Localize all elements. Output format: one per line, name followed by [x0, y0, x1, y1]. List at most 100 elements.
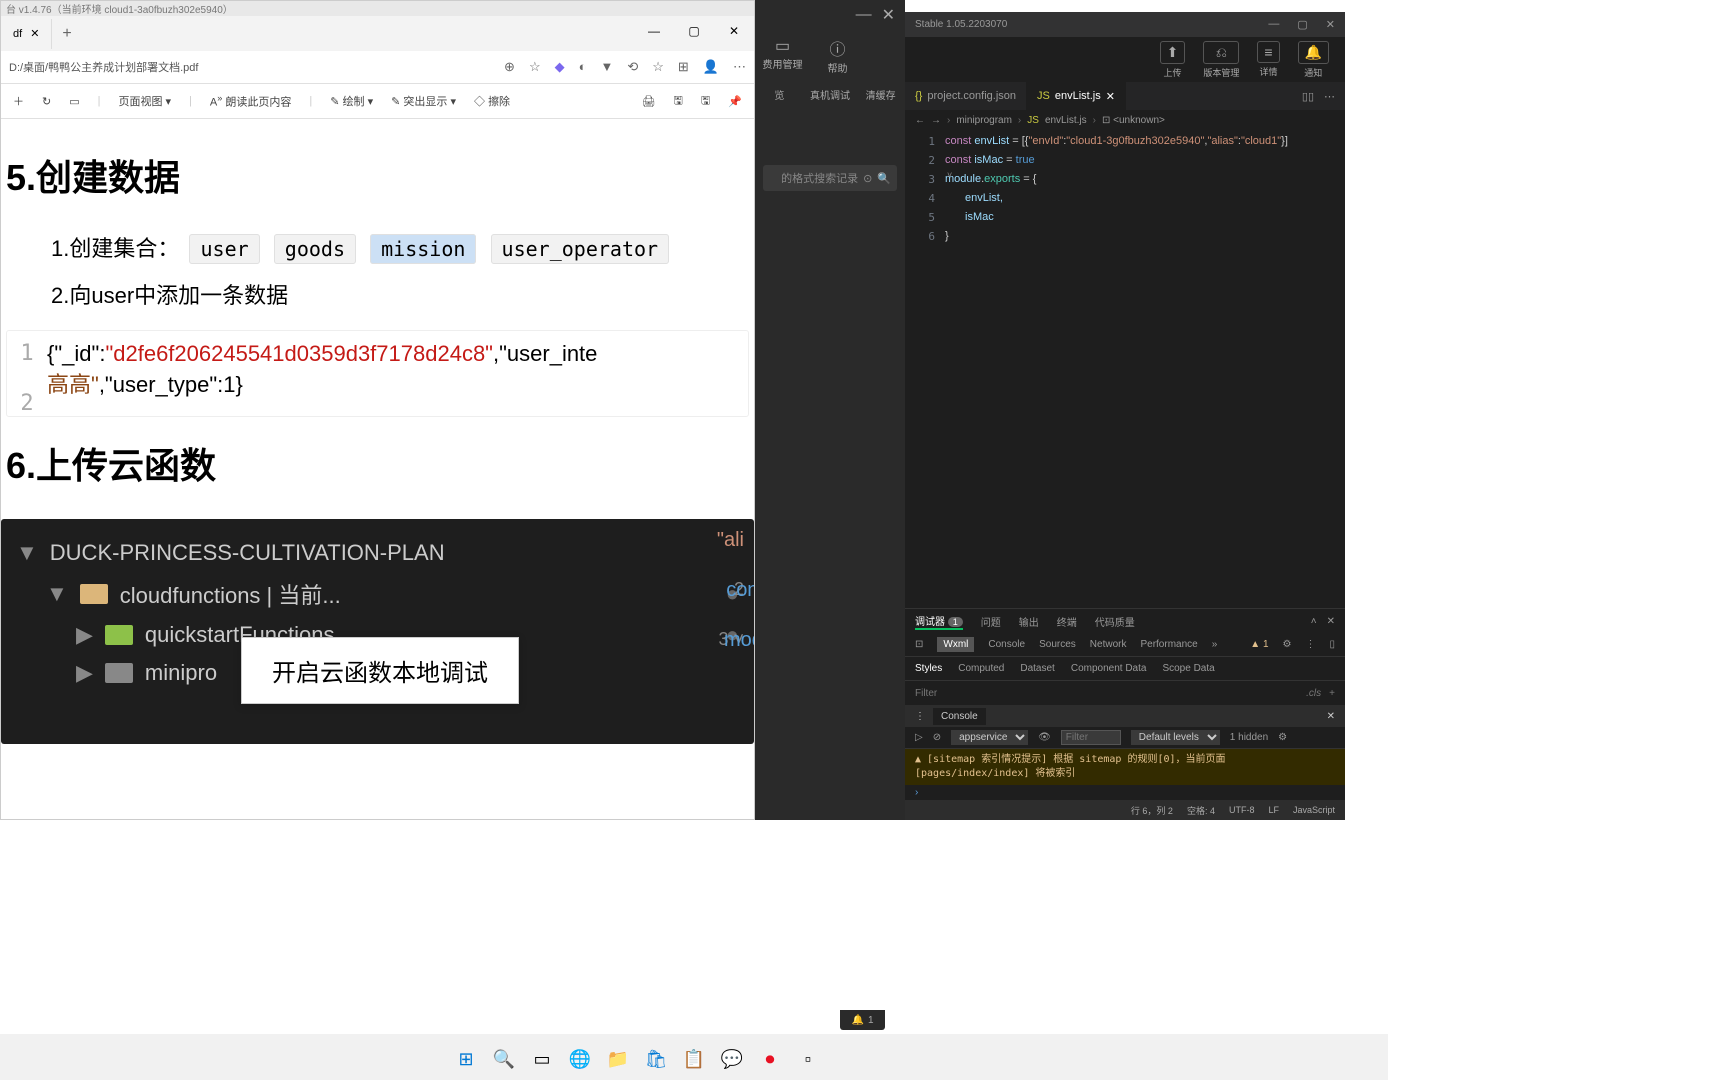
eye-icon[interactable]: 👁 — [1038, 732, 1051, 743]
styles-tab[interactable]: Styles — [915, 663, 942, 674]
fee-button[interactable]: ▭费用管理 — [755, 32, 810, 79]
wxml-tab[interactable]: Wxml — [937, 637, 974, 652]
collections-icon[interactable]: ☆ — [652, 59, 664, 75]
console-tab[interactable]: Console — [988, 639, 1025, 650]
language[interactable]: JavaScript — [1293, 805, 1335, 815]
minimize-button[interactable]: — — [1268, 18, 1279, 31]
edge-icon[interactable]: 🌐 — [564, 1043, 596, 1075]
scope-tab[interactable]: Scope Data — [1162, 663, 1214, 674]
debug-button[interactable]: 真机调试 — [806, 83, 855, 106]
wechat-icon[interactable]: 💬 — [716, 1043, 748, 1075]
history-back-icon[interactable]: ← — [915, 115, 925, 126]
add-icon[interactable]: ＋ — [13, 93, 24, 109]
hidden-count[interactable]: 1 hidden — [1230, 732, 1268, 743]
version-button[interactable]: ⎌版本管理 — [1197, 39, 1245, 81]
encoding[interactable]: UTF-8 — [1229, 805, 1255, 815]
pin-icon[interactable]: 📌 — [728, 95, 742, 108]
crumb-symbol[interactable]: ⊡ <unknown> — [1102, 115, 1165, 126]
clear-icon[interactable]: ⊘ — [933, 732, 941, 743]
console-drawer-tab[interactable]: Console — [933, 708, 986, 725]
tab-envlist[interactable]: JSenvList.js✕ — [1027, 82, 1126, 110]
sources-tab[interactable]: Sources — [1039, 639, 1076, 650]
more-icon[interactable]: ⋯ — [1324, 90, 1335, 103]
sync-icon[interactable]: ⟲ — [627, 59, 638, 75]
tab-close-icon[interactable]: ✕ — [1106, 90, 1115, 103]
gear-icon[interactable]: ⚙ — [1278, 732, 1287, 743]
start-button[interactable]: ⊞ — [450, 1043, 482, 1075]
quality-tab[interactable]: 代码质量 — [1095, 614, 1135, 629]
page-view-button[interactable]: 页面视图 ▾ — [118, 93, 171, 109]
preview-button[interactable]: 览 — [755, 83, 804, 106]
record-icon[interactable]: ⏺ — [754, 1043, 786, 1075]
search-button[interactable]: 🔍 — [488, 1043, 520, 1075]
close-icon[interactable]: ✕ — [1327, 616, 1335, 627]
close-button[interactable]: ✕ — [882, 5, 895, 25]
tab-project-config[interactable]: {}project.config.json — [905, 82, 1027, 110]
pdf-document[interactable]: 5.创建数据 1.创建集合： user goods mission user_o… — [1, 119, 754, 819]
kebab-icon[interactable]: ⋮ — [1305, 639, 1315, 650]
detail-button[interactable]: ≡详情 — [1251, 39, 1285, 80]
close-drawer-icon[interactable]: ✕ — [1327, 711, 1335, 722]
inspect-icon[interactable]: ⊡ — [915, 639, 923, 650]
upload-button[interactable]: ⬆上传 — [1154, 39, 1192, 81]
refresh-icon[interactable]: ↻ — [42, 95, 51, 108]
indent-setting[interactable]: 空格: 4 — [1187, 804, 1215, 817]
office-icon[interactable]: 📋 — [678, 1043, 710, 1075]
notify-button[interactable]: 🔔通知 — [1292, 39, 1335, 81]
split-icon[interactable]: ▯▯ — [1302, 90, 1314, 103]
url-display[interactable]: D:/桌面/鸭鸭公主养成计划部署文档.pdf — [9, 59, 492, 75]
notification-badge[interactable]: 🔔 1 — [840, 1010, 885, 1030]
add-style-icon[interactable]: + — [1329, 688, 1335, 699]
speed-circle[interactable]: 3 — [1688, 613, 1724, 649]
search-box[interactable]: 的格式搜索记录⊙🔍 — [763, 165, 897, 191]
close-button[interactable]: ✕ — [714, 16, 754, 46]
read-aloud-button[interactable]: A» 朗读此页内容 — [210, 93, 292, 110]
code-content[interactable]: const envList = [{"envId":"cloud1-3g0fbu… — [945, 130, 1345, 515]
crumb-folder[interactable]: miniprogram — [956, 115, 1012, 126]
taskview-button[interactable]: ▭ — [526, 1043, 558, 1075]
context-menu-item[interactable]: 开启云函数本地调试 — [241, 637, 519, 704]
new-tab-button[interactable]: + — [52, 25, 81, 43]
dock-icon[interactable]: ▯ — [1329, 639, 1335, 650]
code-editor[interactable]: 123456 const envList = [{"envId":"cloud1… — [905, 130, 1345, 515]
cursor-position[interactable]: 行 6，列 2 — [1131, 804, 1173, 817]
browser-tab[interactable]: df ✕ — [1, 19, 52, 49]
drawer-kebab-icon[interactable]: ⋮ — [915, 711, 925, 722]
saveas-icon[interactable]: 🖫 — [701, 92, 710, 111]
levels-select[interactable]: Default levels — [1131, 730, 1220, 745]
tab-close-icon[interactable]: ✕ — [30, 27, 39, 40]
cache-button[interactable]: 清缓存 — [856, 83, 905, 106]
app-icon[interactable]: ▫ — [792, 1043, 824, 1075]
explorer-icon[interactable]: 📁 — [602, 1043, 634, 1075]
play-icon[interactable]: ▷ — [915, 732, 923, 743]
computed-tab[interactable]: Computed — [958, 663, 1004, 674]
output-tab[interactable]: 输出 — [1019, 614, 1039, 629]
performance-tab[interactable]: Performance — [1140, 639, 1197, 650]
erase-button[interactable]: ◇ 擦除 — [474, 93, 510, 109]
store-icon[interactable]: 🛍 — [640, 1043, 672, 1075]
warn-count[interactable]: ▲ 1 — [1250, 639, 1268, 650]
filter-input[interactable]: Filter — [915, 688, 1306, 699]
minimize-button[interactable]: — — [634, 16, 674, 46]
maximize-button[interactable]: ▢ — [674, 16, 714, 46]
print-icon[interactable]: 🖨 — [642, 95, 656, 108]
ext3-icon[interactable]: ▼ — [600, 59, 613, 75]
eol[interactable]: LF — [1268, 805, 1279, 815]
settings-icon[interactable]: ⚙ — [1283, 639, 1292, 650]
favorite-icon[interactable]: ☆ — [529, 59, 541, 75]
ext2-icon[interactable]: ◐ — [579, 59, 587, 75]
highlight-button[interactable]: ✎ 突出显示 ▾ — [391, 93, 456, 109]
console-prompt[interactable]: › — [905, 785, 1345, 800]
terminal-tab[interactable]: 终端 — [1057, 614, 1077, 629]
collections2-icon[interactable]: ⊞ — [678, 59, 689, 75]
history-fwd-icon[interactable]: → — [931, 115, 941, 126]
dataset-tab[interactable]: Dataset — [1020, 663, 1054, 674]
save-icon[interactable]: 🖫 — [674, 92, 683, 111]
debugger-tab[interactable]: 调试器 1 — [915, 613, 963, 630]
help-button[interactable]: ⓘ帮助 — [810, 32, 865, 79]
profile-icon[interactable]: 👤 — [703, 59, 719, 75]
ext1-icon[interactable]: ◆ — [555, 59, 565, 75]
filter-input[interactable] — [1061, 730, 1121, 745]
fit-icon[interactable]: ▭ — [69, 95, 79, 108]
context-select[interactable]: appservice — [951, 730, 1028, 745]
